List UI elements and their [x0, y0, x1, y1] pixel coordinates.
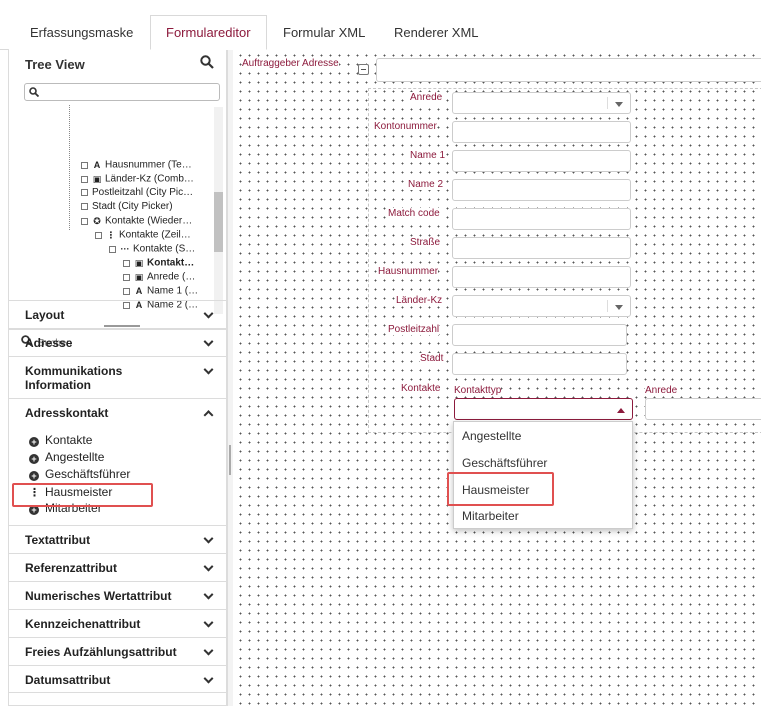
left-panel: Tree View A Hausnummer (Te… ▣ Länder-Kz (C…: [8, 49, 227, 706]
accordion-adresse[interactable]: Adresse: [9, 328, 226, 356]
plus-circle-icon: +: [29, 454, 39, 464]
tab-renderer-xml[interactable]: Renderer XML: [379, 16, 494, 50]
plus-circle-icon: +: [29, 471, 39, 481]
tree-view-title: Tree View: [25, 57, 85, 72]
postleitzahl-field[interactable]: [452, 324, 627, 346]
stadt-field[interactable]: [452, 353, 627, 375]
chevron-down-icon: [615, 102, 623, 107]
tree-item[interactable]: ⋮ Kontakte (Zeil…: [95, 228, 191, 242]
chevron-up-icon: [617, 408, 625, 413]
auftraggeber-adresse-label: Auftraggeber Adresse: [242, 58, 339, 69]
tab-erfassungsmaske[interactable]: Erfassungsmaske: [15, 16, 148, 50]
kontakttyp-label: Kontakttyp: [454, 385, 502, 396]
match-code-label: Match code: [388, 208, 440, 219]
chevron-down-icon: [615, 305, 623, 310]
laender-kz-select[interactable]: [452, 295, 631, 317]
plus-circle-icon: +: [29, 437, 39, 447]
tree-scrollbar[interactable]: [214, 107, 223, 314]
name1-field[interactable]: [452, 150, 631, 172]
auftraggeber-adresse-field[interactable]: [376, 58, 761, 82]
tab-formulareditor[interactable]: Formulareditor: [150, 15, 267, 50]
tree-item[interactable]: ··· Kontakte (S…: [109, 242, 195, 256]
panel-resize-handle[interactable]: [227, 49, 233, 706]
accordion-layout[interactable]: Layout: [9, 300, 226, 328]
kontonummer-label: Kontonummer: [374, 121, 437, 132]
strasse-label: Straße: [410, 237, 441, 248]
accordion-textattribut[interactable]: Textattribut: [9, 525, 226, 553]
tree-item[interactable]: ▣ Anrede (…: [123, 270, 195, 284]
search-icon: [29, 87, 39, 97]
tree-item[interactable]: ▣ Länder-Kz (Comb…: [81, 172, 194, 186]
anrede-label: Anrede: [410, 92, 443, 103]
kontonummer-field[interactable]: [452, 121, 631, 143]
anrede-column-label: Anrede: [645, 385, 678, 396]
accordion-kommunikations-information[interactable]: Kommunikations Information: [9, 356, 226, 398]
name2-field[interactable]: [452, 179, 631, 201]
stadt-label: Stadt: [420, 353, 444, 364]
strasse-field[interactable]: [452, 237, 631, 259]
laender-kz-label: Länder-Kz: [396, 295, 443, 306]
accordion-freies-aufzaehlungsattribut[interactable]: Freies Aufzählungsattribut: [9, 637, 226, 665]
tree-item[interactable]: ✪ Kontakte (Wieder…: [81, 214, 192, 228]
tree-view: A Hausnummer (Te… ▣ Länder-Kz (Comb… Postl…: [9, 104, 219, 319]
accordion-numerisches-wertattribut[interactable]: Numerisches Wertattribut: [9, 581, 226, 609]
tree-scrollbar-thumb[interactable]: [214, 192, 223, 252]
hausnummer-field[interactable]: [452, 266, 631, 288]
name1-label: Name 1: [410, 150, 446, 161]
tab-bar: Erfassungsmaske Formulareditor Formular …: [0, 0, 761, 50]
dropdown-option-angestellte[interactable]: Angestellte: [462, 429, 521, 443]
kontakttyp-select[interactable]: [454, 398, 633, 420]
anrede-select[interactable]: [452, 92, 631, 114]
search-icon[interactable]: [200, 55, 214, 72]
chevron-down-icon: [203, 589, 214, 600]
chevron-up-icon: [203, 410, 214, 421]
chevron-down-icon: [203, 673, 214, 684]
kontakte-label: Kontakte: [401, 383, 441, 394]
chevron-down-icon: [203, 364, 214, 375]
accordion-referenzattribut[interactable]: Referenzattribut: [9, 553, 226, 581]
tree-view-header: Tree View: [9, 49, 226, 79]
chevron-down-icon: [203, 336, 214, 347]
palette-item-kontakte[interactable]: + Kontakte: [29, 433, 92, 447]
dropdown-option-geschaeftsfuehrer[interactable]: Geschäftsführer: [462, 456, 547, 470]
anrede-column-field[interactable]: [645, 398, 761, 420]
annotation-highlight: [447, 472, 554, 506]
tree-item[interactable]: A Hausnummer (Te…: [81, 158, 192, 172]
name2-label: Name 2: [408, 179, 444, 190]
chevron-down-icon: [203, 561, 214, 572]
tree-search-input[interactable]: [24, 83, 220, 101]
tab-formular-xml[interactable]: Formular XML: [268, 16, 380, 50]
tree-item[interactable]: Stadt (City Picker): [81, 200, 173, 214]
chevron-down-icon: [203, 308, 214, 319]
annotation-highlight: [12, 483, 153, 507]
accordion-datumsattribut[interactable]: Datumsattribut: [9, 665, 226, 693]
chevron-down-icon: [203, 645, 214, 656]
dropdown-option-mitarbeiter[interactable]: Mitarbeiter: [462, 509, 519, 523]
tree-item[interactable]: A Name 1 (…: [123, 284, 198, 298]
tree-item-selected[interactable]: ▣ Kontakt…: [123, 256, 194, 270]
tree-item[interactable]: Postleitzahl (City Pic…: [81, 186, 193, 200]
palette-item-angestellte[interactable]: + Angestellte: [29, 450, 104, 464]
chevron-down-icon: [203, 617, 214, 628]
postleitzahl-label: Postleitzahl: [388, 324, 440, 335]
accordion-kennzeichenattribut[interactable]: Kennzeichenattribut: [9, 609, 226, 637]
palette-item-geschaeftsfuehrer[interactable]: + Geschäftsführer: [29, 467, 130, 481]
match-code-field[interactable]: [452, 208, 631, 230]
hausnummer-label: Hausnummer: [378, 266, 439, 277]
collapse-icon[interactable]: [358, 64, 369, 75]
chevron-down-icon: [203, 533, 214, 544]
